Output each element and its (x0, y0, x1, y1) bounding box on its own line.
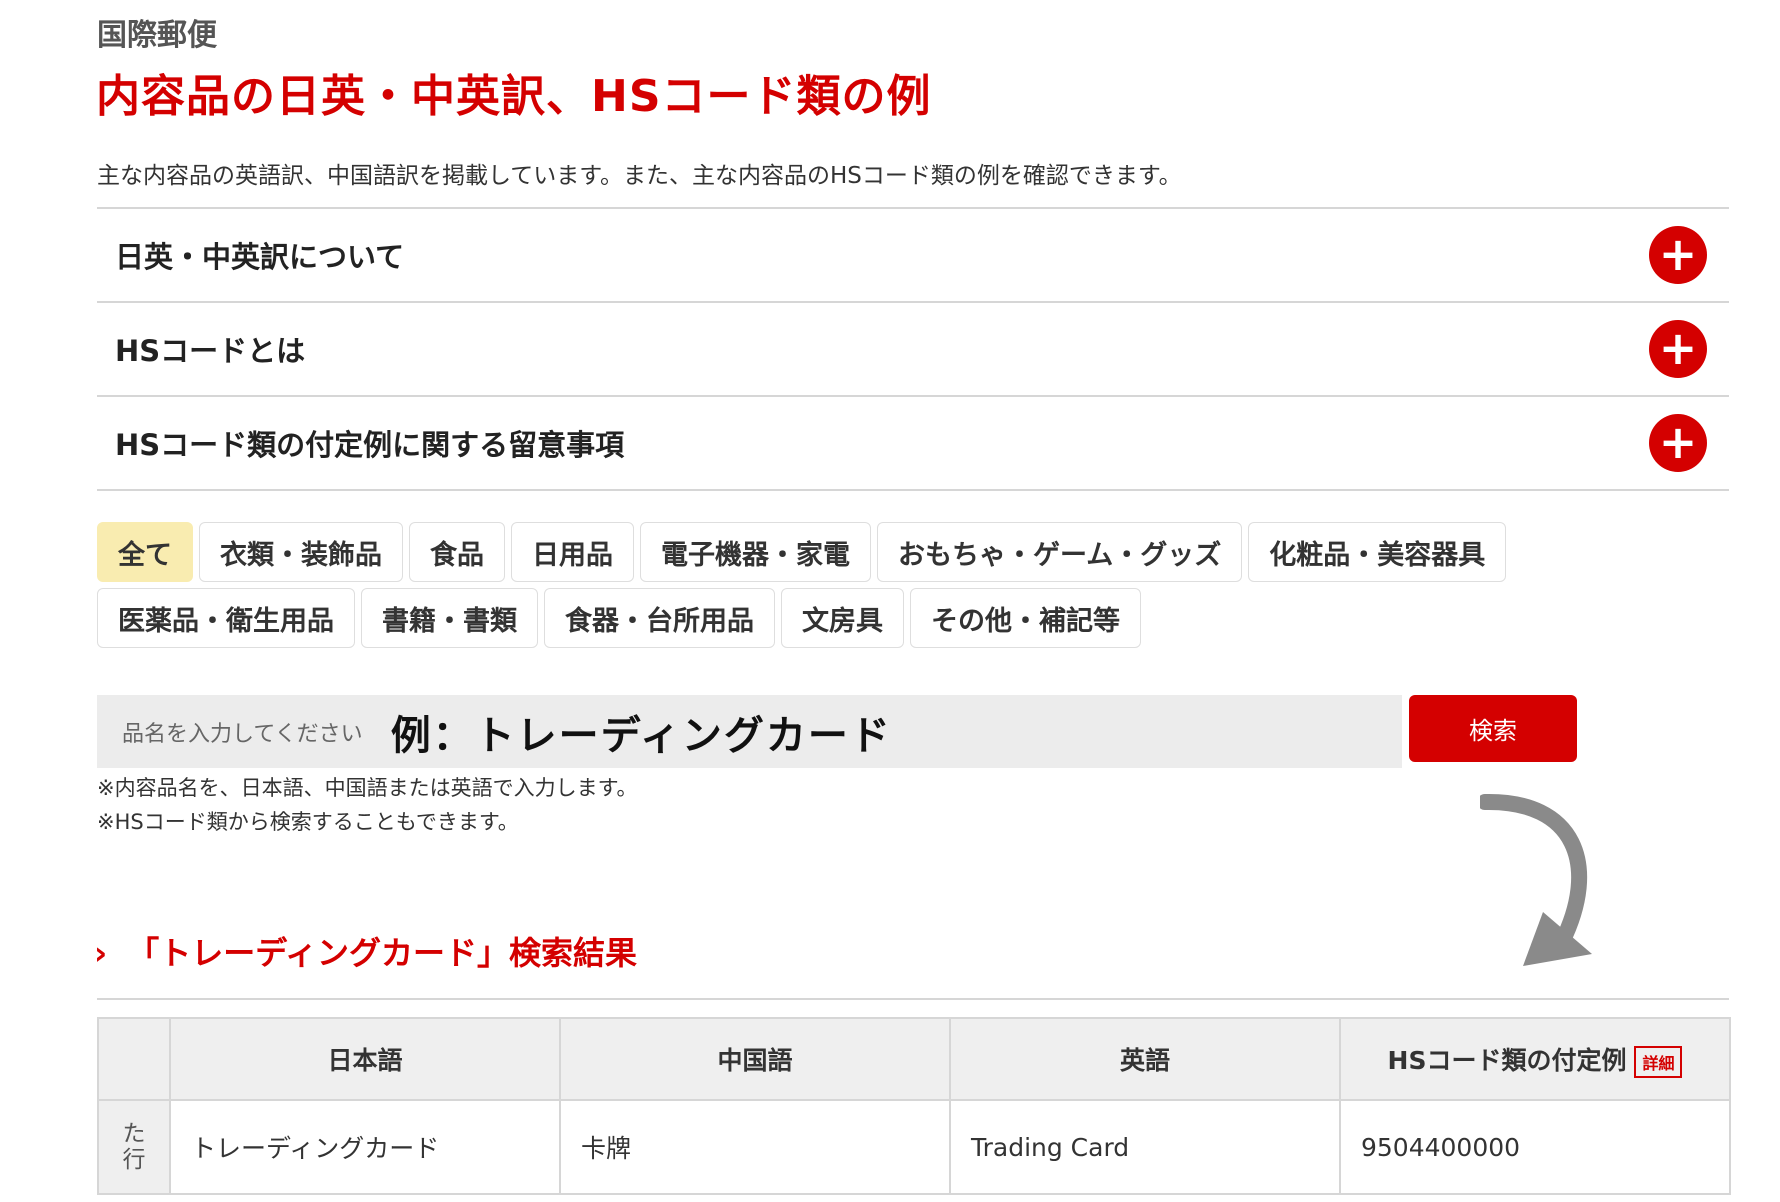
column-header-japanese: 日本語 (169, 1017, 561, 1101)
category-filter: 全て 衣類・装飾品 食品 日用品 電子機器・家電 おもちゃ・ゲーム・グッズ 化粧… (97, 522, 1657, 654)
accordion-item-notes[interactable]: HSコード類の付定例に関する留意事項 + (97, 397, 1729, 491)
chevron-right-icon: › (94, 934, 108, 972)
category-tab-medicine[interactable]: 医薬品・衛生用品 (97, 588, 355, 648)
category-tab-books[interactable]: 書籍・書類 (361, 588, 538, 648)
row-group-char: 行 (122, 1147, 146, 1173)
accordion-label: HSコードとは (115, 334, 306, 368)
column-header-chinese: 中国語 (559, 1017, 951, 1101)
plus-circle-icon[interactable]: + (1649, 320, 1707, 378)
plus-circle-icon[interactable]: + (1649, 414, 1707, 472)
accordion-label: HSコード類の付定例に関する留意事項 (115, 428, 625, 462)
category-tab-other[interactable]: その他・補記等 (910, 588, 1141, 648)
table-header-row: 日本語 中国語 英語 HSコード類の付定例 詳細 (97, 1017, 1731, 1101)
hs-code-header-label: HSコード類の付定例 (1387, 1045, 1627, 1075)
cell-english: Trading Card (949, 1099, 1341, 1195)
page-title: 内容品の日英・中英訳、HSコード類の例 (96, 71, 932, 122)
search-example-text: 例：トレーディングカード (390, 712, 892, 759)
page-eyebrow: 国際郵便 (97, 18, 217, 53)
category-tab-all[interactable]: 全て (97, 522, 193, 582)
cell-japanese: トレーディングカード (169, 1099, 561, 1195)
search-result-heading: › 「トレーディングカード」検索結果 (94, 928, 637, 974)
cell-chinese: 卡牌 (559, 1099, 951, 1195)
category-tab-tableware[interactable]: 食器・台所用品 (544, 588, 775, 648)
category-tab-cosmetics[interactable]: 化粧品・美容器具 (1248, 522, 1507, 582)
search-placeholder: 品名を入力してください (122, 721, 363, 747)
detail-link[interactable]: 詳細 (1634, 1045, 1683, 1078)
row-group-char: た (122, 1121, 146, 1147)
curved-arrow-icon (1480, 793, 1592, 966)
row-group-label: た行 (97, 1099, 171, 1195)
plus-circle-icon[interactable]: + (1649, 226, 1707, 284)
column-header-group (97, 1017, 171, 1101)
cell-hs-code: 9504400000 (1339, 1099, 1731, 1195)
search-button[interactable]: 検索 (1409, 695, 1577, 762)
search-input[interactable]: 品名を入力してください 例：トレーディングカード (97, 695, 1402, 768)
divider (97, 998, 1729, 1000)
page: 国際郵便 内容品の日英・中英訳、HSコード類の例 主な内容品の英語訳、中国語訳を… (0, 0, 1780, 1202)
accordion-label: 日英・中英訳について (115, 240, 405, 274)
accordion-item-hs-code[interactable]: HSコードとは + (97, 303, 1729, 397)
result-table: 日本語 中国語 英語 HSコード類の付定例 詳細 た行 トレーディングカード 卡牌… (97, 1017, 1731, 1195)
page-lead: 主な内容品の英語訳、中国語訳を掲載しています。また、主な内容品のHSコード類の例… (97, 163, 1182, 189)
column-header-hs-code: HSコード類の付定例 詳細 (1339, 1017, 1731, 1101)
category-tab-electronics[interactable]: 電子機器・家電 (640, 522, 871, 582)
table-row: た行 トレーディングカード 卡牌 Trading Card 9504400000 (97, 1099, 1731, 1195)
category-tab-food[interactable]: 食品 (409, 522, 505, 582)
category-tab-stationery[interactable]: 文房具 (781, 588, 904, 648)
category-tab-clothing[interactable]: 衣類・装飾品 (199, 522, 403, 582)
column-header-english: 英語 (949, 1017, 1341, 1101)
search-note: ※内容品名を、日本語、中国語または英語で入力します。 (97, 776, 638, 800)
search-note: ※HSコード類から検索することもできます。 (97, 810, 519, 834)
category-tab-daily-goods[interactable]: 日用品 (511, 522, 634, 582)
category-tab-toys[interactable]: おもちゃ・ゲーム・グッズ (877, 522, 1243, 582)
search-result-title: 「トレーディングカード」検索結果 (127, 934, 637, 972)
accordion: 日英・中英訳について + HSコードとは + HSコード類の付定例に関する留意事… (97, 207, 1729, 491)
accordion-item-translation[interactable]: 日英・中英訳について + (97, 209, 1729, 303)
